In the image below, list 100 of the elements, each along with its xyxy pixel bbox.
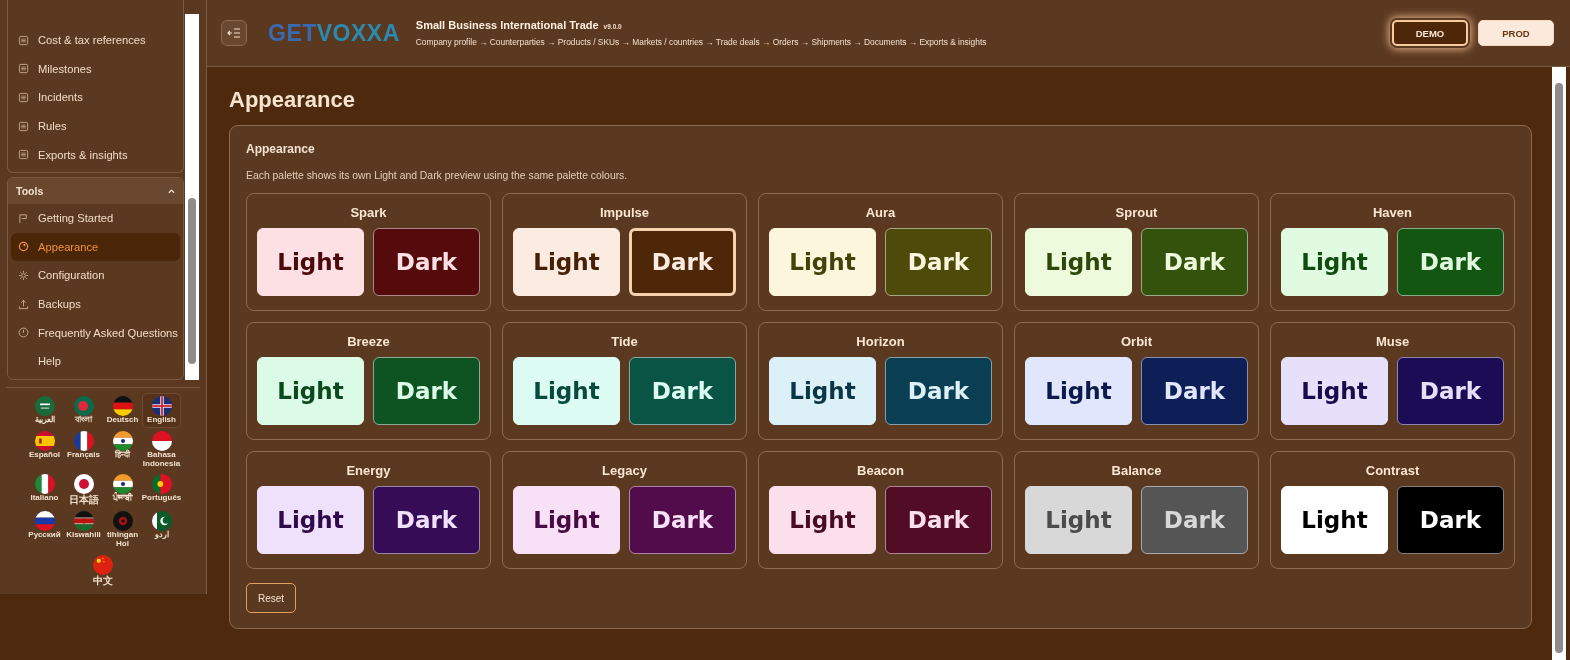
light-preview-button[interactable]: Light (769, 228, 876, 296)
flag-icon (151, 474, 172, 495)
dark-preview-button[interactable]: Dark (373, 357, 480, 425)
nav-item[interactable]: Exports & insights (8, 140, 183, 169)
flag-icon (73, 474, 94, 495)
light-preview-button[interactable]: Light (1025, 228, 1132, 296)
palette-name: Orbit (1120, 334, 1153, 349)
dark-preview-button[interactable]: Dark (1141, 357, 1248, 425)
dark-preview-button[interactable]: Dark (373, 228, 480, 296)
language-label: Kiswahili (66, 531, 101, 541)
settings-icon (18, 269, 29, 281)
nav-item[interactable]: Incidents (8, 83, 183, 112)
page-title: Appearance (229, 87, 356, 113)
light-preview-button[interactable]: Light (257, 228, 364, 296)
nav-item[interactable]: Configuration (8, 261, 183, 290)
light-preview-button[interactable]: Light (1025, 357, 1132, 425)
dark-preview-button[interactable]: Dark (885, 228, 992, 296)
language-option[interactable]: Русский (25, 508, 64, 552)
dark-preview-button[interactable]: Dark (629, 228, 736, 296)
language-option[interactable]: اردو (142, 508, 181, 552)
palette-name: Beacon (857, 463, 904, 478)
flag-icon (73, 511, 94, 532)
language-label: tlhIngan Hol (105, 531, 140, 549)
environment-button[interactable]: PROD (1478, 20, 1554, 46)
language-option[interactable]: tlhIngan Hol (103, 508, 142, 552)
language-label: العربية (34, 416, 55, 425)
nav-item[interactable]: Appearance (11, 232, 180, 262)
palette-name: Haven (1373, 205, 1412, 220)
app-title: Small Business International Trade (415, 19, 599, 31)
language-option[interactable]: বাংলা (64, 393, 103, 428)
dark-preview-button[interactable]: Dark (885, 357, 992, 425)
language-option[interactable]: العربية (25, 393, 64, 428)
language-label: English (147, 416, 176, 425)
language-option[interactable]: Español (25, 427, 64, 472)
nav-item[interactable]: Backups (8, 289, 183, 319)
light-preview-button[interactable]: Light (513, 486, 620, 554)
light-preview-button[interactable]: Light (1281, 486, 1388, 554)
dark-preview-button[interactable]: Dark (629, 486, 736, 554)
nav-item[interactable]: Frequently Asked Questions (8, 318, 183, 347)
scrollbar[interactable] (1552, 67, 1566, 660)
light-preview-button[interactable]: Light (769, 357, 876, 425)
sidebar-toggle-button[interactable] (221, 20, 247, 46)
light-preview-button[interactable]: Light (769, 486, 876, 554)
language-option[interactable]: हिन्दी (103, 427, 142, 472)
dark-preview-button[interactable]: Dark (1141, 486, 1248, 554)
dark-preview-button[interactable]: Dark (1397, 228, 1504, 296)
document-icon (18, 34, 29, 46)
palette-name: Tide (611, 334, 638, 349)
light-preview-button[interactable]: Light (513, 357, 620, 425)
tools-section-header[interactable]: Tools (8, 177, 183, 204)
nav-item[interactable]: Getting Started (8, 203, 183, 233)
palette-name: Aura (865, 205, 896, 220)
flag-icon (151, 511, 172, 532)
language-option[interactable]: Bahasa Indonesia (142, 427, 181, 472)
language-label: ਪੰਜਾਬੀ (113, 494, 132, 504)
light-preview-button[interactable]: Light (257, 357, 364, 425)
light-preview-button[interactable]: Light (513, 228, 620, 296)
nav-item[interactable]: Cost & tax references (8, 26, 183, 55)
language-label: 中文 (93, 575, 113, 586)
scrollbar[interactable] (185, 14, 199, 380)
flag-icon (34, 511, 55, 532)
language-label: Русский (28, 531, 61, 541)
nav-item[interactable]: Help (8, 346, 183, 376)
palette-name: Legacy (602, 463, 647, 478)
nav-item[interactable]: Milestones (8, 54, 183, 84)
dark-preview-button[interactable]: Dark (1397, 486, 1504, 554)
language-label: 日本語 (68, 494, 99, 506)
language-label: Português (141, 494, 182, 504)
language-option[interactable]: Kiswahili (64, 508, 103, 552)
language-option[interactable]: Italiano (25, 471, 64, 509)
flag-icon (73, 430, 94, 451)
flag-icon (151, 396, 172, 416)
palette-name: Contrast (1365, 463, 1420, 478)
light-preview-button[interactable]: Light (1281, 228, 1388, 296)
language-option[interactable]: Français (64, 427, 103, 472)
dark-preview-button[interactable]: Dark (885, 486, 992, 554)
dark-preview-button[interactable]: Dark (629, 357, 736, 425)
light-preview-button[interactable]: Light (257, 486, 364, 554)
light-preview-button[interactable]: Light (1281, 357, 1388, 425)
light-preview-button[interactable]: Light (1025, 486, 1132, 554)
language-option[interactable]: 中文 (83, 552, 123, 589)
nav-item[interactable]: Rules (8, 111, 183, 141)
help-icon (18, 327, 29, 339)
language-option[interactable]: Deutsch (103, 393, 142, 428)
flag-icon (34, 396, 55, 416)
reset-button[interactable]: Reset (246, 583, 296, 613)
language-label: Italiano (30, 494, 59, 504)
palette-name: Horizon (856, 334, 905, 349)
environment-button[interactable]: DEMO (1392, 20, 1468, 46)
dark-preview-button[interactable]: Dark (1141, 228, 1248, 296)
palette-icon (18, 241, 29, 253)
dark-preview-button[interactable]: Dark (373, 486, 480, 554)
language-option[interactable]: Português (142, 471, 181, 509)
dark-preview-button[interactable]: Dark (1397, 357, 1504, 425)
flag-icon (73, 396, 94, 416)
language-option[interactable]: English (142, 393, 181, 428)
language-option[interactable]: 日本語 (64, 471, 103, 509)
language-option[interactable]: ਪੰਜਾਬੀ (103, 471, 142, 509)
palette-name: Muse (1375, 334, 1410, 349)
language-label: বাংলা (75, 416, 92, 425)
